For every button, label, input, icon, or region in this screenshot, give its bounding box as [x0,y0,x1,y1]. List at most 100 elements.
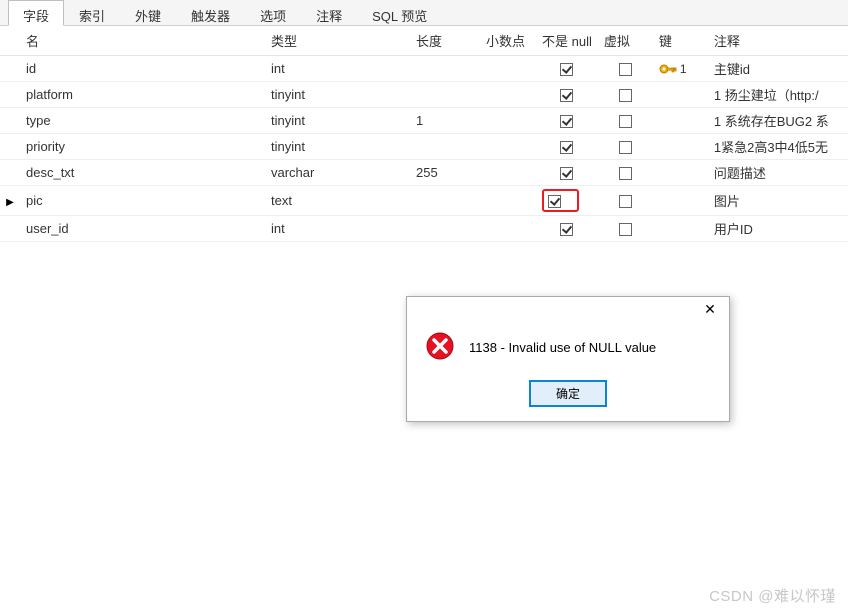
virtual-checkbox[interactable] [619,167,632,180]
cell-decimals[interactable] [480,160,536,186]
virtual-checkbox[interactable] [619,141,632,154]
cell-comment[interactable]: 用户ID [708,216,848,242]
cell-type[interactable]: int [265,56,410,82]
cell-name[interactable]: user_id [20,216,265,242]
col-header-notnull[interactable]: 不是 null [536,26,598,56]
cell-type[interactable]: varchar [265,160,410,186]
notnull-checkbox[interactable] [560,141,573,154]
cell-length[interactable] [410,82,480,108]
col-header-decimals[interactable]: 小数点 [480,26,536,56]
cell-decimals[interactable] [480,82,536,108]
cell-name[interactable]: desc_txt [20,160,265,186]
cell-virtual[interactable] [598,186,653,216]
cell-notnull[interactable] [536,216,598,242]
cell-name[interactable]: id [20,56,265,82]
notnull-checkbox[interactable] [548,195,561,208]
cell-key[interactable] [653,108,708,134]
col-header-virtual[interactable]: 虚拟 [598,26,653,56]
cell-key[interactable] [653,186,708,216]
cell-decimals[interactable] [480,216,536,242]
notnull-checkbox[interactable] [560,89,573,102]
cell-length[interactable] [410,216,480,242]
cell-length[interactable]: 255 [410,160,480,186]
cell-notnull[interactable] [536,108,598,134]
dialog-body: 1138 - Invalid use of NULL value [407,325,729,364]
cell-comment[interactable]: 图片 [708,186,848,216]
cell-length[interactable]: 1 [410,108,480,134]
tab-index[interactable]: 索引 [64,0,120,25]
tab-comment[interactable]: 注释 [301,0,357,25]
cell-key[interactable] [653,216,708,242]
cell-length[interactable] [410,134,480,160]
cell-type[interactable]: int [265,216,410,242]
cell-comment[interactable]: 1 扬尘建垃（http:/ [708,82,848,108]
col-header-name[interactable]: 名 [20,26,265,56]
table-row[interactable]: prioritytinyint 1紧急2高3中4低5无 [0,134,848,160]
cell-key[interactable] [653,134,708,160]
cell-notnull[interactable] [536,186,598,216]
cell-type[interactable]: tinyint [265,108,410,134]
cell-name[interactable]: platform [20,82,265,108]
cell-type[interactable]: tinyint [265,134,410,160]
table-row[interactable]: user_idint 用户ID [0,216,848,242]
fields-table[interactable]: 名 类型 长度 小数点 不是 null 虚拟 键 注释 idint1主键idpl… [0,26,848,242]
col-header-marker [0,26,20,56]
virtual-checkbox[interactable] [619,63,632,76]
cell-length[interactable] [410,56,480,82]
cell-comment[interactable]: 问题描述 [708,160,848,186]
cell-length[interactable] [410,186,480,216]
cell-decimals[interactable] [480,186,536,216]
virtual-checkbox[interactable] [619,89,632,102]
cell-decimals[interactable] [480,108,536,134]
tab-foreignkey[interactable]: 外键 [120,0,176,25]
cell-key[interactable]: 1 [653,56,708,82]
cell-virtual[interactable] [598,82,653,108]
cell-name[interactable]: type [20,108,265,134]
error-icon [425,331,455,364]
cell-type[interactable]: tinyint [265,82,410,108]
cell-comment[interactable]: 主键id [708,56,848,82]
cell-type[interactable]: text [265,186,410,216]
tab-options[interactable]: 选项 [245,0,301,25]
key-icon [659,62,677,76]
col-header-type[interactable]: 类型 [265,26,410,56]
cell-virtual[interactable] [598,216,653,242]
col-header-comment[interactable]: 注释 [708,26,848,56]
cell-notnull[interactable] [536,56,598,82]
tab-sqlpreview[interactable]: SQL 预览 [357,0,442,25]
table-row[interactable]: idint 1主键id [0,56,848,82]
virtual-checkbox[interactable] [619,223,632,236]
cell-notnull[interactable] [536,134,598,160]
cell-notnull[interactable] [536,82,598,108]
cell-decimals[interactable] [480,134,536,160]
table-row[interactable]: typetinyint1 1 系统存在BUG2 系 [0,108,848,134]
notnull-checkbox[interactable] [560,63,573,76]
tab-fields[interactable]: 字段 [8,0,64,26]
cell-decimals[interactable] [480,56,536,82]
tab-trigger[interactable]: 触发器 [176,0,245,25]
table-row[interactable]: ▶pictext图片 [0,186,848,216]
close-icon[interactable]: ✕ [691,297,729,321]
virtual-checkbox[interactable] [619,195,632,208]
cell-key[interactable] [653,82,708,108]
cell-comment[interactable]: 1紧急2高3中4低5无 [708,134,848,160]
cell-name[interactable]: priority [20,134,265,160]
ok-button[interactable]: 确定 [529,380,607,407]
error-dialog: ✕ 1138 - Invalid use of NULL value 确定 [406,296,730,422]
cell-notnull[interactable] [536,160,598,186]
table-row[interactable]: platformtinyint 1 扬尘建垃（http:/ [0,82,848,108]
table-row[interactable]: desc_txtvarchar255 问题描述 [0,160,848,186]
cell-name[interactable]: pic [20,186,265,216]
notnull-checkbox[interactable] [560,167,573,180]
cell-key[interactable] [653,160,708,186]
notnull-checkbox[interactable] [560,115,573,128]
col-header-length[interactable]: 长度 [410,26,480,56]
cell-virtual[interactable] [598,134,653,160]
cell-virtual[interactable] [598,108,653,134]
virtual-checkbox[interactable] [619,115,632,128]
cell-comment[interactable]: 1 系统存在BUG2 系 [708,108,848,134]
col-header-key[interactable]: 键 [653,26,708,56]
notnull-checkbox[interactable] [560,223,573,236]
cell-virtual[interactable] [598,160,653,186]
cell-virtual[interactable] [598,56,653,82]
